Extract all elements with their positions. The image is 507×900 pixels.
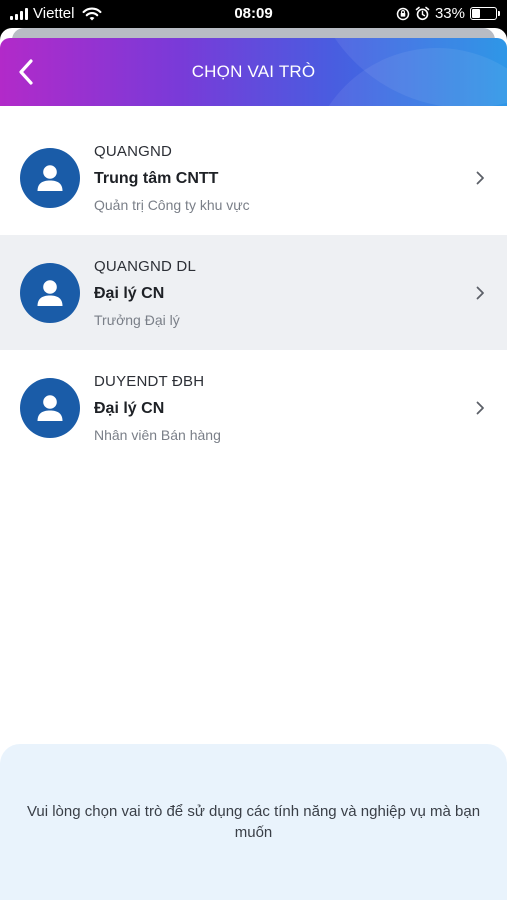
chevron-right-icon (476, 401, 484, 414)
battery-icon (470, 7, 500, 20)
status-right: 33% (396, 5, 500, 22)
user-icon (37, 279, 63, 306)
rotation-lock-icon (396, 7, 410, 20)
role-position: Trưởng Đại lý (94, 312, 180, 328)
role-text: QUANGND DL Đại lý CN Trưởng Đại lý (94, 258, 196, 328)
role-unit: Đại lý CN (94, 285, 165, 302)
role-position: Nhân viên Bán hàng (94, 427, 221, 443)
page-title: CHỌN VAI TRÒ (191, 62, 316, 81)
role-item-quangnd[interactable]: QUANGND Trung tâm CNTT Quản trị Công ty … (0, 120, 507, 235)
chevron-right-icon (476, 286, 484, 299)
avatar (20, 147, 80, 208)
footer-message: Vui lòng chọn vai trò để sử dụng các tín… (26, 803, 481, 841)
status-bar: Viettel 08:09 33% (0, 0, 507, 28)
role-unit: Đại lý CN (94, 400, 165, 417)
user-icon (37, 164, 63, 191)
role-username: QUANGND DL (94, 258, 197, 275)
app-screen: CHỌN VAI TRÒ QUANGND Trung tâm CNTT Quản… (0, 28, 507, 900)
alarm-icon (415, 6, 430, 21)
role-item-duyendt-dbh[interactable]: DUYENDT ĐBH Đại lý CN Nhân viên Bán hàng (0, 350, 507, 465)
avatar (20, 262, 80, 323)
role-username: QUANGND (94, 143, 173, 160)
header-bar: CHỌN VAI TRÒ (0, 38, 507, 106)
role-unit: Trung tâm CNTT (94, 170, 219, 187)
battery-percent: 33% (434, 5, 465, 22)
user-icon (37, 394, 63, 421)
role-position: Quản trị Công ty khu vực (94, 197, 250, 213)
footer-panel: Vui lòng chọn vai trò để sử dụng các tín… (0, 744, 507, 900)
battery-level-fill (472, 9, 480, 18)
role-list: QUANGND Trung tâm CNTT Quản trị Công ty … (0, 120, 507, 465)
role-item-quangnd-dl[interactable]: QUANGND DL Đại lý CN Trưởng Đại lý (0, 235, 507, 350)
chevron-right-icon (476, 171, 484, 184)
role-text: QUANGND Trung tâm CNTT Quản trị Công ty … (94, 143, 250, 213)
role-username: DUYENDT ĐBH (94, 373, 205, 390)
role-text: DUYENDT ĐBH Đại lý CN Nhân viên Bán hàng (94, 373, 221, 443)
avatar (20, 377, 80, 438)
